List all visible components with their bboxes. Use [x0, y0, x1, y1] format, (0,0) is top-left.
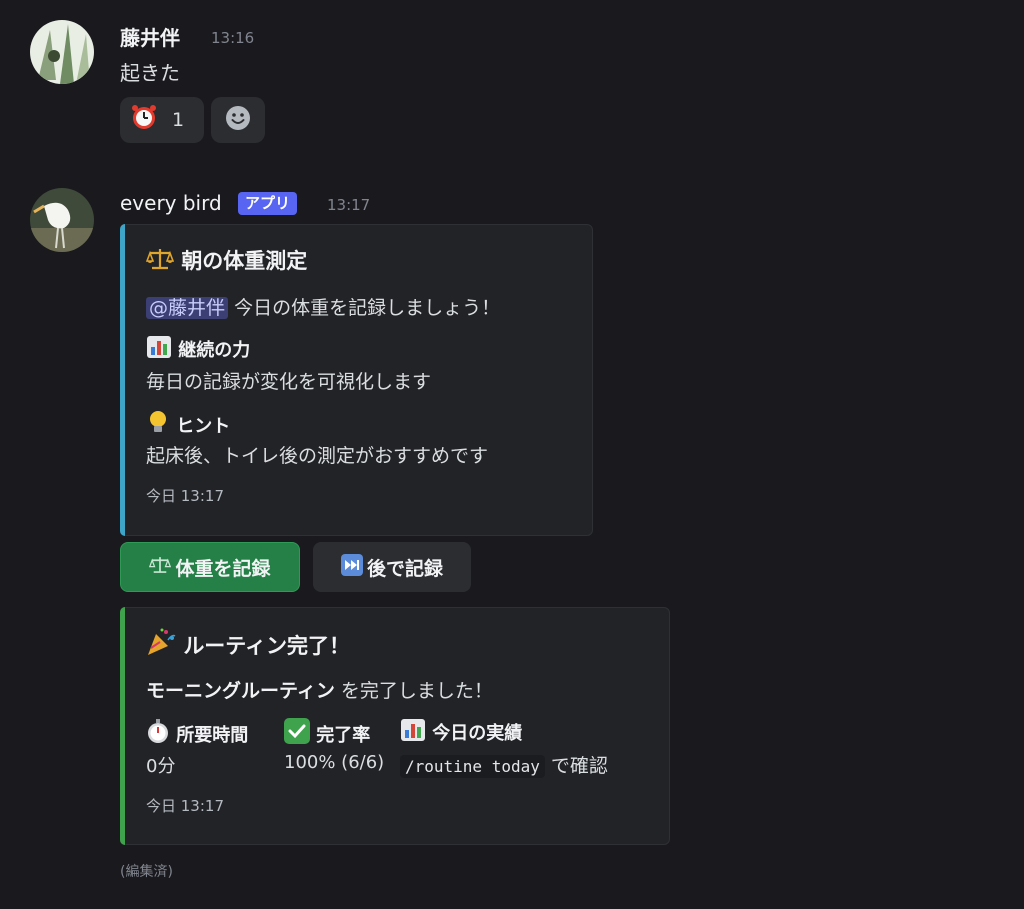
fast-forward-icon: [340, 553, 363, 581]
button-label: 体重を記録: [175, 557, 271, 580]
field-value-hint: 起床後、トイレ後の測定がおすすめです: [146, 445, 489, 467]
field-value-today-stats: /routine today で確認: [400, 751, 608, 778]
description-text: 今日の体重を記録しましょう！: [234, 297, 501, 319]
party-popper-icon: [146, 628, 176, 661]
embed-title-text: 朝の体重測定: [181, 249, 308, 273]
description-text: を完了しました！: [334, 680, 493, 702]
field-name-hint: ヒント: [146, 409, 230, 440]
app-badge: アプリ: [238, 192, 298, 215]
balance-scale-icon: [149, 555, 172, 580]
bot-name[interactable]: every bird: [120, 191, 222, 215]
weight-embed: 朝の体重測定 @藤井伴 今日の体重を記録しましょう！ 継続の力 毎日の記録が変化…: [120, 224, 593, 536]
field-name-text: 完了率: [316, 725, 371, 746]
embed-description: モーニングルーティン を完了しました！: [146, 676, 493, 703]
light-bulb-icon: [146, 409, 170, 440]
bot-avatar[interactable]: [30, 188, 94, 252]
command-code[interactable]: /routine today: [400, 755, 545, 778]
message-every-bird: every bird アプリ 13:17 朝の体重測定 @藤井伴 今日の体重を記…: [0, 0, 1024, 909]
embed-accent-bar: [120, 607, 125, 845]
embed-footer: 今日 13:17: [146, 797, 224, 815]
field-name-text: 所要時間: [176, 725, 249, 746]
record-later-button[interactable]: 後で記録: [313, 542, 471, 592]
balance-scale-icon: [145, 247, 175, 276]
field-name-text: 今日の実績: [432, 723, 523, 744]
check-mark-icon: [284, 718, 310, 749]
field-name-continuity: 継続の力: [146, 335, 250, 364]
field-value-completion-rate: 100% (6/6): [284, 752, 385, 773]
embed-accent-bar: [120, 224, 125, 536]
field-name-completion-rate: 完了率: [284, 718, 370, 749]
field-name-text: ヒント: [176, 416, 231, 437]
field-name-today-stats: 今日の実績: [400, 718, 522, 747]
field-name-text: 継続の力: [178, 340, 251, 361]
record-weight-button[interactable]: 体重を記録: [120, 542, 300, 592]
bar-chart-icon: [146, 335, 172, 364]
embed-footer: 今日 13:17: [146, 487, 224, 505]
routine-complete-embed: ルーティン完了！ モーニングルーティン を完了しました！ 所要時間 0分 完了率…: [120, 607, 670, 845]
edited-label: (編集済): [120, 864, 173, 880]
field-value-duration: 0分: [146, 756, 176, 777]
bar-chart-icon: [400, 718, 426, 747]
field-suffix-text: で確認: [544, 755, 608, 777]
embed-title: 朝の体重測定: [145, 245, 308, 276]
embed-description: @藤井伴 今日の体重を記録しましょう！: [146, 293, 500, 320]
user-mention[interactable]: @藤井伴: [146, 297, 229, 319]
embed-title: ルーティン完了！: [146, 628, 350, 661]
field-name-duration: 所要時間: [146, 718, 248, 749]
stopwatch-icon: [146, 718, 170, 749]
field-value-continuity: 毎日の記録が変化を可視化します: [146, 371, 432, 393]
button-label: 後で記録: [366, 557, 443, 580]
timestamp[interactable]: 13:17: [327, 196, 370, 214]
routine-name: モーニングルーティン: [146, 680, 335, 702]
embed-title-text: ルーティン完了！: [183, 634, 351, 658]
